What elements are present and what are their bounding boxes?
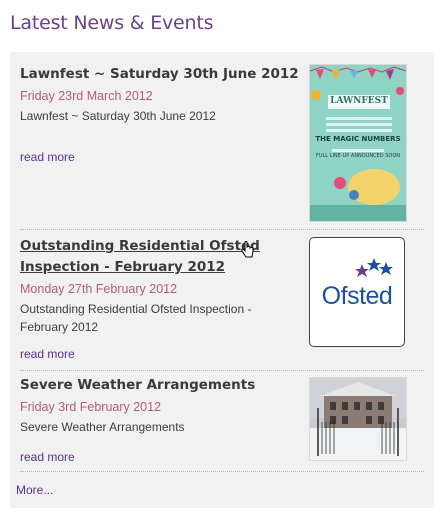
read-more-link[interactable]: read more xyxy=(20,450,75,464)
news-summary: Outstanding Residential Ofsted Inspectio… xyxy=(20,302,252,334)
snowy-house-photo[interactable] xyxy=(309,377,407,461)
read-more-link[interactable]: read more xyxy=(20,150,75,164)
news-summary: Lawnfest ~ Saturday 30th June 2012 xyxy=(20,109,216,123)
poster-graphic xyxy=(309,66,407,221)
house-graphic xyxy=(310,378,406,460)
poster-subline: FULL LINE-UP ANNOUNCED SOON xyxy=(315,153,401,159)
divider xyxy=(20,229,424,230)
read-more-link[interactable]: read more xyxy=(20,347,75,361)
divider xyxy=(20,370,424,371)
hand-cursor-icon xyxy=(241,241,254,258)
section-heading: Latest News & Events xyxy=(10,12,214,34)
ofsted-logo-text: Ofsted xyxy=(321,282,393,310)
news-summary: Severe Weather Arrangements xyxy=(20,420,185,434)
ofsted-logo-image[interactable]: Ofsted xyxy=(309,237,405,347)
lawnfest-poster-image[interactable]: LAWNFEST THE MAGIC NUMBERS FULL LINE-UP … xyxy=(309,64,407,222)
news-panel: Lawnfest ~ Saturday 30th June 2012 Frida… xyxy=(10,52,434,508)
divider xyxy=(20,471,424,472)
news-title[interactable]: Outstanding Residential Ofsted Inspectio… xyxy=(20,236,300,278)
news-title[interactable]: Lawnfest ~ Saturday 30th June 2012 xyxy=(20,64,300,85)
poster-headline: THE MAGIC NUMBERS xyxy=(315,135,401,143)
more-news-link[interactable]: More... xyxy=(16,483,53,497)
poster-title: LAWNFEST xyxy=(330,96,388,106)
news-title[interactable]: Severe Weather Arrangements xyxy=(20,375,300,396)
